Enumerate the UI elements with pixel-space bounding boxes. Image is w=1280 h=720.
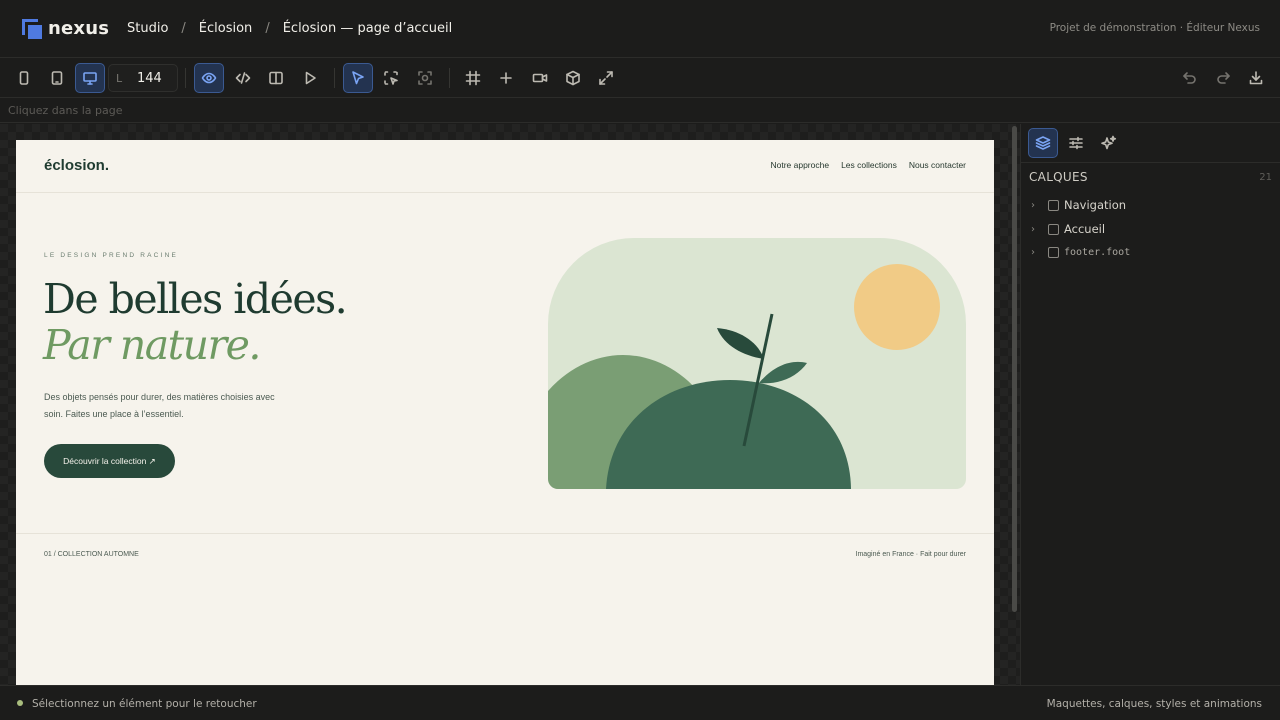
preview-nav-link[interactable]: Nous contacter xyxy=(909,160,966,170)
phone-icon[interactable] xyxy=(9,63,39,93)
preview-footer-left[interactable]: 01 / COLLECTION AUTOMNE xyxy=(44,551,139,558)
editor-app: nexus Studio / Éclosion / Éclosion — pag… xyxy=(0,0,1280,720)
breadcrumb-item-page[interactable]: Éclosion — page d’accueil xyxy=(283,21,452,36)
sparkles-icon[interactable] xyxy=(1094,128,1124,158)
preview-footer-right[interactable]: Imaginé en France · Fait pour durer xyxy=(856,551,967,558)
download-icon[interactable] xyxy=(1241,63,1271,93)
preview-footer[interactable]: 01 / COLLECTION AUTOMNE Imaginé en Franc… xyxy=(16,533,994,573)
preview-headline-accent[interactable]: Par nature. xyxy=(43,322,261,368)
width-label: L xyxy=(116,72,123,85)
breadcrumb-item-project[interactable]: Éclosion xyxy=(199,21,253,36)
split-view-icon[interactable] xyxy=(261,63,291,93)
nexus-logo-icon xyxy=(22,18,42,39)
status-message: Sélectionnez un élément pour le retouche… xyxy=(32,698,257,710)
layer-item-footer[interactable]: › footer.foot xyxy=(1031,243,1130,261)
layers-title: CALQUES xyxy=(1029,170,1088,184)
breadcrumb-separator: / xyxy=(265,21,270,36)
layers-count: 21 xyxy=(1259,172,1272,183)
cube-icon[interactable] xyxy=(558,63,588,93)
tablet-icon[interactable] xyxy=(42,63,72,93)
width-value[interactable]: 144 xyxy=(137,71,162,86)
pointer-icon[interactable] xyxy=(343,63,373,93)
layers-icon[interactable] xyxy=(1028,128,1058,158)
undo-icon[interactable] xyxy=(1175,63,1205,93)
plus-icon[interactable] xyxy=(491,63,521,93)
preview-lead[interactable]: Des objets pensés pour durer, des matièr… xyxy=(44,389,284,423)
preview-headline[interactable]: De belles idées. xyxy=(43,276,348,322)
page-preview[interactable]: éclosion. Notre approche Les collections… xyxy=(16,140,994,685)
breadcrumb-item-studio[interactable]: Studio xyxy=(127,21,168,36)
chevron-right-icon[interactable]: › xyxy=(1031,200,1043,211)
status-dot-icon xyxy=(17,700,23,706)
chevron-right-icon[interactable]: › xyxy=(1031,224,1043,235)
preview-cta-button[interactable]: Découvrir la collection ↗ xyxy=(44,444,175,478)
toolbar: L 144 xyxy=(0,58,1280,98)
preview-nav-links: Notre approche Les collections Nous cont… xyxy=(758,160,966,170)
preview-nav-link[interactable]: Les collections xyxy=(841,160,897,170)
status-features: Maquettes, calques, styles et animations xyxy=(1046,698,1262,710)
layer-item-accueil[interactable]: › Accueil xyxy=(1031,220,1105,238)
layer-checkbox[interactable] xyxy=(1048,246,1059,258)
preview-nav-link[interactable]: Notre approche xyxy=(770,160,829,170)
select-area-icon[interactable] xyxy=(376,63,406,93)
play-icon[interactable] xyxy=(295,63,325,93)
eye-icon[interactable] xyxy=(194,63,224,93)
width-input[interactable]: L 144 xyxy=(108,64,178,92)
frame-icon[interactable] xyxy=(458,63,488,93)
breadcrumb: Studio / Éclosion / Éclosion — page d’ac… xyxy=(127,21,452,36)
preview-brand[interactable]: éclosion. xyxy=(44,157,109,174)
expand-icon[interactable] xyxy=(591,63,621,93)
app-name: nexus xyxy=(48,18,110,39)
toolbar-divider xyxy=(334,68,335,88)
panel-tabs xyxy=(1021,124,1280,163)
status-bar: Sélectionnez un élément pour le retouche… xyxy=(0,685,1280,720)
canvas-scrollbar[interactable] xyxy=(1012,126,1017,612)
code-icon[interactable] xyxy=(228,63,258,93)
layer-label: Navigation xyxy=(1064,198,1127,212)
layer-item-navigation[interactable]: › Navigation xyxy=(1031,196,1126,214)
preview-illustration[interactable] xyxy=(548,238,966,489)
toolbar-divider xyxy=(185,68,186,88)
layer-label: footer.foot xyxy=(1064,246,1131,258)
canvas-hint: Cliquez dans la page xyxy=(0,99,1280,123)
redo-icon[interactable] xyxy=(1208,63,1238,93)
toolbar-divider xyxy=(449,68,450,88)
chevron-right-icon[interactable]: › xyxy=(1031,247,1043,258)
canvas[interactable]: éclosion. Notre approche Les collections… xyxy=(0,124,1020,685)
app-logo[interactable]: nexus xyxy=(22,18,122,39)
layer-checkbox[interactable] xyxy=(1048,199,1059,211)
breadcrumb-separator: / xyxy=(181,21,186,36)
sliders-icon[interactable] xyxy=(1061,128,1091,158)
video-icon[interactable] xyxy=(525,63,555,93)
preview-navigation[interactable]: éclosion. Notre approche Les collections… xyxy=(16,140,994,193)
sun-shape xyxy=(854,264,940,350)
preview-eyebrow[interactable]: LE DESIGN PREND RACINE xyxy=(44,252,178,259)
project-label: Projet de démonstration · Éditeur Nexus xyxy=(1049,22,1260,34)
layers-panel: CALQUES 21 › Navigation › Accueil › foot… xyxy=(1020,124,1280,685)
layer-checkbox[interactable] xyxy=(1048,223,1059,235)
desktop-icon[interactable] xyxy=(75,63,105,93)
layer-label: Accueil xyxy=(1064,222,1106,236)
top-bar: nexus Studio / Éclosion / Éclosion — pag… xyxy=(0,0,1280,58)
scan-icon[interactable] xyxy=(410,63,440,93)
